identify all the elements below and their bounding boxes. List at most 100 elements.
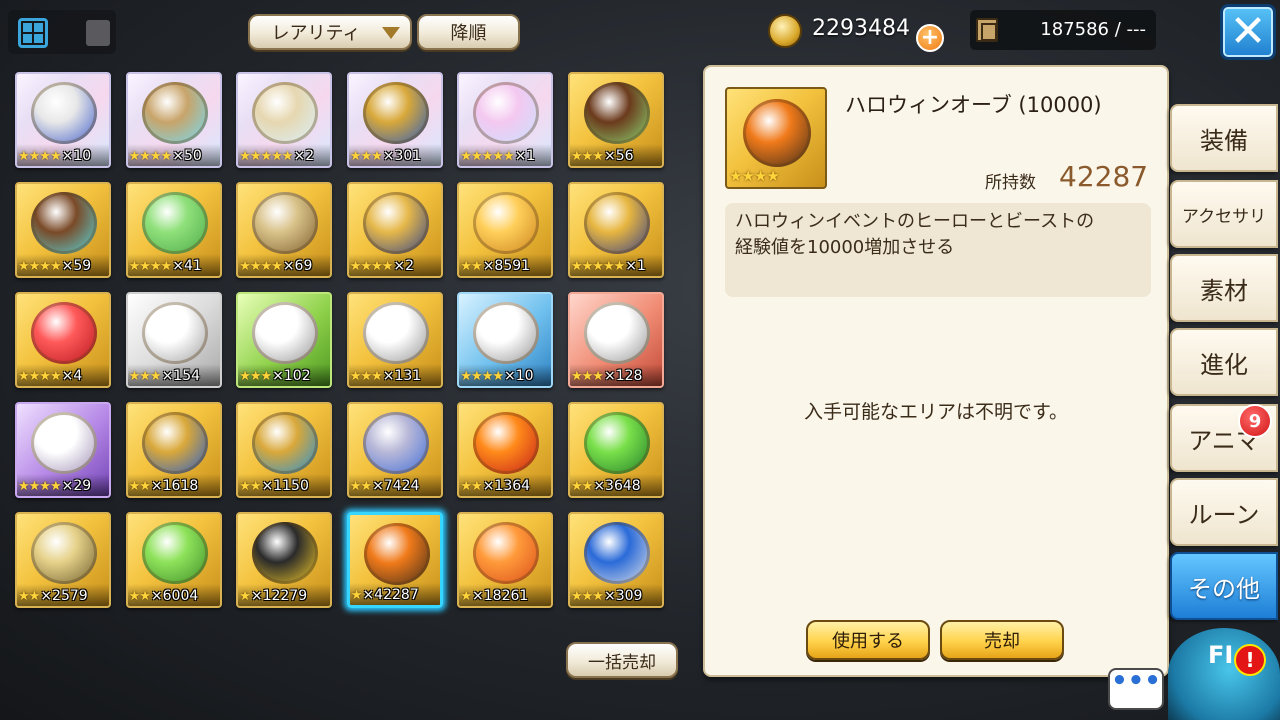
- red-crystal-icon: [31, 302, 97, 364]
- rabbit-bust-icon: [31, 412, 97, 474]
- star-icon: ★★★: [128, 369, 162, 384]
- item-count: ×154: [161, 368, 201, 384]
- item-detail-panel: ★★★★ ハロウィンオーブ (10000) 所持数 42287 ハロウィンイベン…: [703, 65, 1169, 677]
- item-stars: ★★★ ×301: [348, 144, 441, 166]
- item-stars: ★★★★★ ×1: [459, 144, 552, 166]
- item-cell[interactable]: ★ ×18261: [457, 512, 554, 608]
- star-icon: ★: [239, 589, 251, 604]
- bulk-sell-button[interactable]: 一括売却: [566, 642, 678, 678]
- grid-view-icon[interactable]: [18, 18, 48, 48]
- leaf-gem-icon: [584, 412, 650, 474]
- item-stars: ★★ ×3648: [570, 474, 662, 496]
- item-cell[interactable]: ★★★★ ×10: [457, 292, 554, 388]
- item-count: ×7424: [372, 478, 420, 494]
- item-cell[interactable]: ★★★★ ×59: [15, 182, 111, 278]
- chat-button[interactable]: •••: [1108, 668, 1164, 710]
- star-icon: ★★★: [349, 149, 383, 164]
- item-cell[interactable]: ★★★ ×131: [346, 292, 443, 388]
- tab-evolution[interactable]: 進化: [1170, 328, 1278, 396]
- item-count: ×2: [393, 258, 415, 274]
- item-count: ×59: [61, 258, 92, 274]
- mascot-label: FI: [1208, 641, 1234, 669]
- item-cell[interactable]: ★★★★ ×10: [15, 72, 111, 168]
- hero-bust-icon: [141, 302, 208, 364]
- santa-orb-icon: [584, 522, 650, 584]
- item-count: ×301: [382, 148, 422, 164]
- item-cell[interactable]: ★ ×12279: [236, 512, 333, 608]
- list-view-icon[interactable]: [86, 20, 110, 46]
- round-pouch-icon: [252, 192, 319, 254]
- add-coins-icon[interactable]: +: [916, 24, 944, 52]
- item-cell[interactable]: ★★★★ ×41: [125, 182, 222, 278]
- green-orb-icon: [141, 522, 208, 584]
- star-icon: ★★: [460, 479, 482, 494]
- item-cell[interactable]: ★★★ ×102: [236, 292, 333, 388]
- star-icon: ★★: [349, 479, 372, 494]
- item-cell[interactable]: ★★★★★ ×1: [457, 72, 554, 168]
- sort-order-button[interactable]: 降順: [417, 14, 520, 50]
- item-stars: ★★ ×1150: [238, 474, 331, 496]
- item-cell[interactable]: ★★★ ×301: [346, 72, 443, 168]
- tab-rune[interactable]: ルーン: [1170, 478, 1278, 546]
- item-cell[interactable]: ★★ ×7424: [346, 402, 443, 498]
- use-button[interactable]: 使用する: [806, 620, 930, 660]
- detail-stars: ★★★★: [729, 167, 780, 185]
- item-stars: ★★★★ ×41: [127, 254, 220, 276]
- pumpkin-orb-icon: [743, 99, 811, 167]
- item-count: ×3648: [593, 478, 641, 494]
- tab-accessory[interactable]: アクセサリ: [1170, 180, 1278, 248]
- tab-equipment[interactable]: 装備: [1170, 104, 1278, 172]
- item-cell[interactable]: ★★★★ ×50: [125, 72, 222, 168]
- star-icon: ★★★★: [128, 259, 173, 274]
- item-cell[interactable]: ★★ ×2579: [15, 512, 111, 608]
- item-cell[interactable]: ★★ ×3648: [568, 402, 664, 498]
- item-cell[interactable]: ★★★★ ×4: [15, 292, 111, 388]
- star-icon: ★★★★★: [571, 259, 625, 274]
- item-stars: ★★ ×8591: [459, 254, 552, 276]
- tab-other[interactable]: その他: [1170, 552, 1278, 620]
- item-cell[interactable]: ★★★★ ×69: [236, 182, 333, 278]
- gold-star-orb-icon: [31, 522, 97, 584]
- star-icon: ★★★: [571, 589, 604, 604]
- blank-crystal-icon: [473, 82, 540, 144]
- item-count: ×29: [61, 478, 92, 494]
- item-cell[interactable]: ★★ ×8591: [457, 182, 554, 278]
- item-cell[interactable]: ★★ ×1150: [236, 402, 333, 498]
- item-cell[interactable]: ★★★ ×56: [568, 72, 664, 168]
- item-stars: ★★ ×2579: [17, 584, 109, 606]
- close-button[interactable]: ✕: [1220, 4, 1276, 60]
- item-count: ×1618: [150, 478, 199, 494]
- item-count: ×1364: [482, 478, 531, 494]
- gold-bar-icon: [473, 192, 540, 254]
- item-count: ×1: [625, 258, 646, 274]
- blue-gem-orbit-icon: [252, 412, 319, 474]
- close-icon: ✕: [1229, 6, 1267, 57]
- item-stars: ★★ ×7424: [348, 474, 441, 496]
- star-icon: ★★: [239, 479, 261, 494]
- star-icon: ★★: [128, 589, 151, 604]
- item-cell[interactable]: ★★★★★ ×2: [236, 72, 333, 168]
- item-count: ×1: [514, 148, 536, 164]
- item-count: ×6004: [150, 588, 199, 604]
- item-cell[interactable]: ★★ ×1618: [125, 402, 222, 498]
- item-stars: ★★★ ×309: [570, 584, 662, 606]
- item-cell[interactable]: ★★★★★ ×1: [568, 182, 664, 278]
- rarity-sort-button[interactable]: レアリティ: [248, 14, 412, 50]
- item-cell[interactable]: ★★ ×1364: [457, 402, 554, 498]
- star-icon: ★★★★: [18, 479, 62, 494]
- sell-button[interactable]: 売却: [940, 620, 1064, 660]
- tab-material[interactable]: 素材: [1170, 254, 1278, 322]
- star-icon: ★★★★: [18, 259, 62, 274]
- item-cell[interactable]: ★★★ ×309: [568, 512, 664, 608]
- obtain-area-text: 入手可能なエリアは不明です。: [803, 401, 1069, 423]
- item-cell[interactable]: ★★★★ ×2: [346, 182, 443, 278]
- item-cell[interactable]: ★ ×42287: [346, 512, 443, 608]
- number-orb-icon: [252, 522, 319, 584]
- item-cell[interactable]: ★★★ ×128: [568, 292, 664, 388]
- item-cell[interactable]: ★★★★ ×29: [15, 402, 111, 498]
- item-cell[interactable]: ★★★ ×154: [125, 292, 222, 388]
- item-cell[interactable]: ★★ ×6004: [125, 512, 222, 608]
- star-icon: ★★★★: [18, 149, 62, 164]
- knight-bust-icon: [473, 302, 540, 364]
- item-count: ×69: [282, 258, 313, 274]
